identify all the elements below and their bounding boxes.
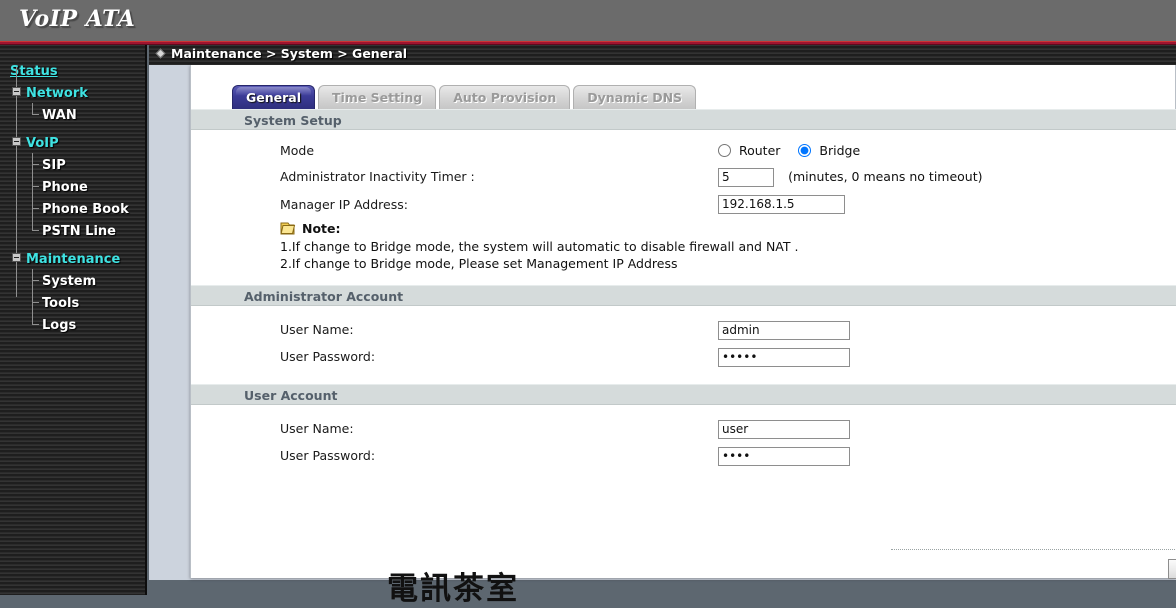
tab-general[interactable]: General bbox=[232, 85, 315, 109]
user-password-input[interactable] bbox=[718, 446, 850, 466]
tree-branch-line bbox=[32, 208, 39, 209]
sidebar-item-label: Logs bbox=[42, 318, 77, 333]
admin-password-label: User Password: bbox=[280, 349, 376, 364]
mode-radio-group[interactable]: Router Bridge bbox=[718, 143, 874, 158]
main-panel: General Time Setting Auto Provision Dyna… bbox=[190, 65, 1176, 607]
tree-branch-line bbox=[32, 324, 39, 325]
sidebar-item-label: Phone bbox=[42, 180, 88, 195]
sidebar-item-maintenance[interactable]: Maintenance bbox=[0, 247, 145, 269]
tree-branch-line bbox=[32, 103, 33, 114]
sidebar-item-sip[interactable]: SIP bbox=[0, 153, 145, 175]
admin-username-label: User Name: bbox=[280, 322, 354, 337]
mode-radio-router[interactable] bbox=[718, 144, 731, 157]
tab-time-setting[interactable]: Time Setting bbox=[318, 85, 437, 109]
tree-branch-line bbox=[32, 164, 39, 165]
sidebar-item-system[interactable]: System bbox=[0, 269, 145, 291]
mode-label: Mode bbox=[280, 143, 315, 158]
row-mode: Mode Router Bridge bbox=[191, 143, 1176, 166]
sidebar-item-status[interactable]: Status bbox=[0, 59, 145, 81]
breadcrumb: Maintenance > System > General bbox=[155, 46, 408, 61]
tab-panel-general: System Setup Mode Router Bridge Administ… bbox=[191, 109, 1176, 607]
expander-minus-icon[interactable] bbox=[12, 87, 21, 96]
row-admin-username: User Name: bbox=[191, 319, 1176, 346]
row-inactivity-timer: Administrator Inactivity Timer : (minute… bbox=[191, 166, 1176, 193]
admin-username-input[interactable] bbox=[718, 320, 850, 340]
mode-option-router[interactable]: Router bbox=[718, 143, 784, 158]
sidebar-item-network[interactable]: Network bbox=[0, 81, 145, 103]
tree-branch-line bbox=[32, 219, 33, 230]
sidebar-item-logs[interactable]: Logs bbox=[0, 313, 145, 335]
sidebar-nav: Status Network WAN VoIP SIP Phone Phone … bbox=[0, 45, 145, 335]
sidebar-item-pstn-line[interactable]: PSTN Line bbox=[0, 219, 145, 241]
tree-branch-line bbox=[32, 280, 39, 281]
sidebar-item-label: Network bbox=[26, 86, 88, 101]
sidebar-item-phone[interactable]: Phone bbox=[0, 175, 145, 197]
manager-ip-input[interactable] bbox=[718, 194, 845, 214]
mode-radio-bridge[interactable] bbox=[798, 144, 812, 157]
note-line-1: 1.If change to Bridge mode, the system w… bbox=[280, 239, 799, 254]
mode-option-bridge[interactable]: Bridge bbox=[798, 143, 860, 158]
breadcrumb-bar: Maintenance > System > General bbox=[149, 45, 1176, 65]
admin-password-field-group bbox=[718, 346, 850, 367]
row-user-username: User Name: bbox=[191, 418, 1176, 445]
inactivity-timer-input[interactable] bbox=[718, 167, 774, 187]
row-manager-ip: Manager IP Address: bbox=[191, 193, 1176, 219]
row-admin-password: User Password: bbox=[191, 346, 1176, 373]
note-block: Note: 1.If change to Bridge mode, the sy… bbox=[191, 219, 1176, 272]
breadcrumb-text: Maintenance > System > General bbox=[171, 46, 408, 61]
user-password-field-group bbox=[718, 445, 850, 466]
tree-branch-line bbox=[32, 302, 39, 303]
sidebar-item-label: Status bbox=[10, 64, 58, 79]
mode-option-router-label: Router bbox=[738, 143, 781, 158]
top-brand-bar: VoIP ATA bbox=[0, 0, 1176, 41]
tree-branch-line bbox=[32, 114, 39, 115]
sidebar-item-label: Maintenance bbox=[26, 252, 121, 267]
apply-button[interactable]: Apply bbox=[1168, 559, 1176, 579]
inactivity-timer-hint: (minutes, 0 means no timeout) bbox=[788, 169, 983, 184]
section-header-system-setup: System Setup bbox=[191, 109, 1176, 130]
row-user-password: User Password: bbox=[191, 445, 1176, 472]
user-username-input[interactable] bbox=[718, 419, 850, 439]
tree-branch-line bbox=[32, 230, 39, 231]
sidebar-item-phone-book[interactable]: Phone Book bbox=[0, 197, 145, 219]
action-separator bbox=[891, 549, 1176, 550]
sidebar-item-label: PSTN Line bbox=[42, 224, 116, 239]
user-password-label: User Password: bbox=[280, 448, 376, 463]
inactivity-timer-field-group: (minutes, 0 means no timeout) bbox=[718, 166, 983, 187]
section-header-administrator-account: Administrator Account bbox=[191, 285, 1176, 306]
watermark-text: 電訊茶室 bbox=[387, 571, 519, 607]
user-username-field-group bbox=[718, 418, 850, 439]
tree-branch-line bbox=[32, 186, 39, 187]
admin-username-field-group bbox=[718, 319, 850, 340]
section-header-user-account: User Account bbox=[191, 384, 1176, 405]
sidebar-item-label: WAN bbox=[42, 108, 77, 123]
note-title-text: Note: bbox=[302, 221, 341, 236]
manager-ip-label: Manager IP Address: bbox=[280, 197, 408, 212]
sidebar: Status Network WAN VoIP SIP Phone Phone … bbox=[0, 45, 147, 595]
expander-minus-icon[interactable] bbox=[12, 137, 21, 146]
sidebar-item-label: Tools bbox=[42, 296, 80, 311]
note-line-2: 2.If change to Bridge mode, Please set M… bbox=[280, 256, 678, 271]
expander-minus-icon[interactable] bbox=[12, 253, 21, 262]
mode-option-bridge-label: Bridge bbox=[819, 143, 861, 158]
note-title-row: Note: bbox=[280, 219, 1176, 238]
sidebar-item-label: Phone Book bbox=[42, 202, 129, 217]
sidebar-item-label: System bbox=[42, 274, 97, 289]
sidebar-item-label: VoIP bbox=[26, 136, 59, 151]
sidebar-item-label: SIP bbox=[42, 158, 66, 173]
tab-bar: General Time Setting Auto Provision Dyna… bbox=[232, 85, 699, 109]
user-username-label: User Name: bbox=[280, 421, 354, 436]
sidebar-item-tools[interactable]: Tools bbox=[0, 291, 145, 313]
tab-dynamic-dns[interactable]: Dynamic DNS bbox=[573, 85, 697, 109]
tab-auto-provision[interactable]: Auto Provision bbox=[439, 85, 571, 109]
manager-ip-field-group bbox=[718, 193, 845, 214]
tree-branch-line bbox=[32, 313, 33, 324]
inactivity-timer-label: Administrator Inactivity Timer : bbox=[280, 169, 475, 184]
admin-password-input[interactable] bbox=[718, 347, 850, 367]
app-logo-title: VoIP ATA bbox=[19, 6, 136, 32]
diamond-bullet-icon bbox=[155, 48, 166, 59]
sidebar-item-voip[interactable]: VoIP bbox=[0, 131, 145, 153]
note-folder-icon bbox=[280, 221, 296, 236]
sidebar-item-wan[interactable]: WAN bbox=[0, 103, 145, 125]
